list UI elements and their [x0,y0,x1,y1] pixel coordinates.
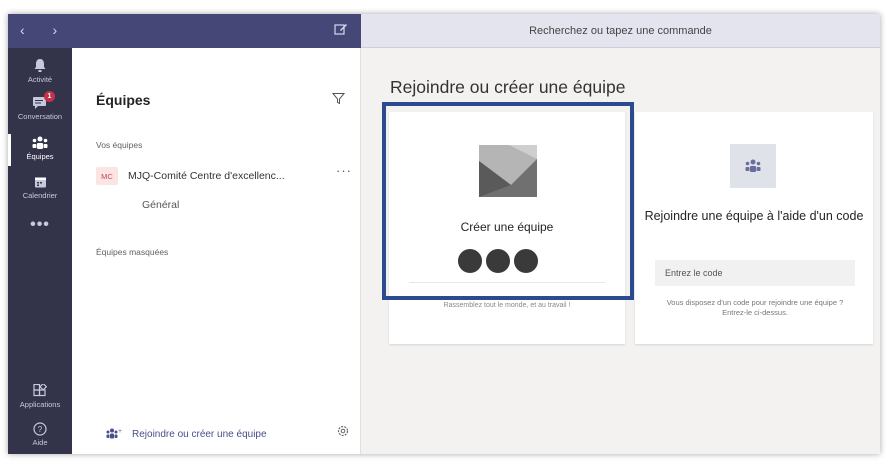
calendar-icon [34,177,46,188]
main-content: Rejoindre ou créer une équipe Créer une … [361,48,880,454]
rail-item-applications[interactable]: Applications [8,384,72,409]
filter-icon[interactable] [332,92,345,105]
rail-label: Équipes [26,152,54,161]
channel-general[interactable]: Général [142,199,179,211]
your-teams-heading: Vos équipes [96,140,143,150]
apps-icon [33,384,47,397]
rail-label: Calendrier [22,191,58,200]
more-icon: ••• [30,216,50,233]
join-team-title: Rejoindre une équipe à l'aide d'un code [644,209,864,223]
panel-title: Équipes [96,92,151,108]
team-name: MJQ-Comité Centre d'excellenc... [128,170,285,182]
svg-text:?: ? [38,425,43,434]
rail-item-teams[interactable]: Équipes [8,134,72,166]
rail-label: Applications [19,400,61,409]
teams-icon [745,159,761,172]
rail-label: Aide [32,438,48,447]
join-team-help-text: Vous disposez d'un code pour rejoindre u… [666,298,844,317]
settings-gear-icon[interactable] [336,424,350,438]
rail-item-more[interactable]: ••• [8,216,72,234]
notification-badge: 1 [44,91,55,102]
app-rail: Activité 1 Conversation Équipes Calendri… [8,48,72,454]
rail-item-activity[interactable]: Activité [8,58,72,84]
teams-icon [32,136,48,149]
search-bar[interactable]: Recherchez ou tapez une commande [361,14,880,48]
bell-icon [34,59,46,72]
highlight-frame [382,102,634,300]
create-team-subtitle: Rassemblez tout le monde, et au travail … [443,302,571,309]
search-input[interactable]: Recherchez ou tapez une commande [361,14,880,47]
join-with-code-card: Rejoindre une équipe à l'aide d'un code … [635,112,873,344]
svg-text:+: + [118,429,122,435]
title-bar: ‹ › Recherchez ou tapez une commande [8,14,880,48]
rail-item-conversation[interactable]: 1 Conversation [8,91,72,121]
join-team-icon-box [730,144,776,188]
rail-item-help[interactable]: ? Aide [8,422,72,447]
team-avatar: MC [96,167,118,185]
teams-window: ‹ › Recherchez ou tapez une commande Act… [8,14,880,454]
team-row[interactable]: MC MJQ-Comité Centre d'excellenc... ··· [96,163,356,187]
rail-item-calendar[interactable]: Calendrier [8,176,72,200]
rail-label: Conversation [17,112,63,121]
team-more-options[interactable]: ··· [336,163,352,178]
rail-label: Activité [27,75,53,84]
nav-arrows[interactable]: ‹ › [20,22,69,38]
team-code-input[interactable] [655,260,855,286]
topbar-left: ‹ › [8,14,361,48]
join-or-create-team-link[interactable]: + Rejoindre ou créer une équipe [106,428,267,440]
teams-panel: Équipes Vos équipes MC MJQ-Comité Centre… [72,48,361,454]
teams-add-icon: + [106,428,122,439]
page-title: Rejoindre ou créer une équipe [390,77,626,97]
hidden-teams-heading[interactable]: Équipes masquées [96,247,168,257]
help-icon: ? [33,422,47,436]
compose-icon[interactable] [334,22,348,36]
join-or-create-label: Rejoindre ou créer une équipe [132,428,267,440]
